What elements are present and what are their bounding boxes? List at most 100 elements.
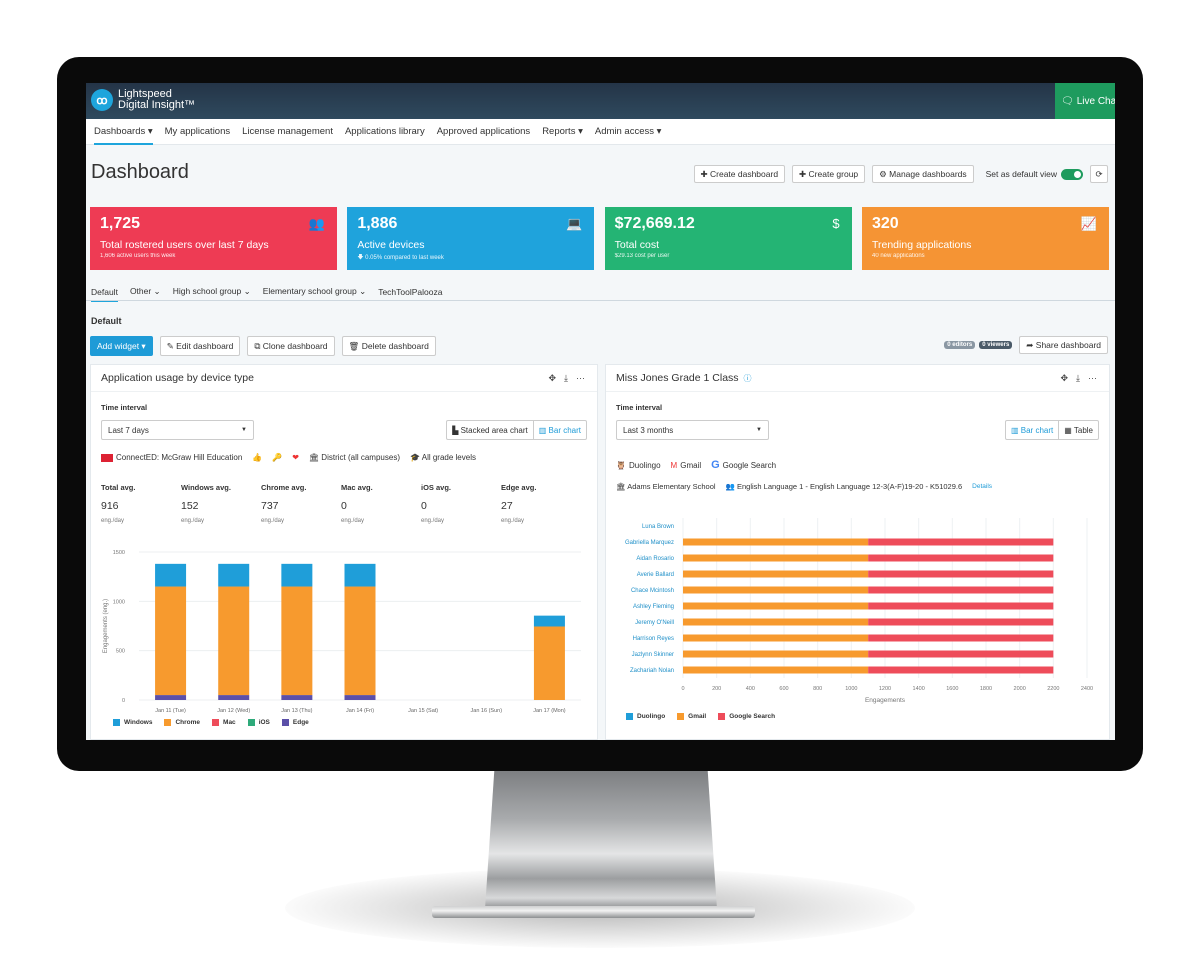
bar-gmail[interactable]: [683, 586, 869, 594]
bar-gmail[interactable]: [683, 634, 869, 642]
card-total-cost[interactable]: $72,669.12 Total cost $29.13 cost per us…: [604, 207, 852, 270]
bar-windows[interactable]: [218, 563, 250, 587]
bar-google-search[interactable]: [868, 634, 1054, 642]
info-icon[interactable]: ⓘ: [744, 373, 752, 384]
bar-gmail[interactable]: [683, 618, 869, 626]
x-tick-label: 600: [779, 686, 788, 692]
share-dashboard-button[interactable]: ➦ Share dashboard: [1019, 336, 1108, 354]
card-trending-applications[interactable]: 320 Trending applications 40 new applica…: [861, 207, 1109, 270]
bar-google-search[interactable]: [868, 538, 1054, 546]
bar-google-search[interactable]: [868, 666, 1054, 674]
y-tick-label[interactable]: Zachariah Nolan: [630, 668, 674, 674]
time-interval-select[interactable]: Last 3 months ▼: [616, 420, 769, 440]
bar-edge[interactable]: [344, 695, 376, 700]
bar-chrome[interactable]: [281, 586, 313, 696]
delete-dashboard-button[interactable]: 🗑 Delete dashboard: [341, 336, 436, 356]
bar-windows[interactable]: [155, 563, 187, 587]
move-icon[interactable]: ✥: [1060, 373, 1068, 384]
create-dashboard-button[interactable]: ✚ Create dashboard: [693, 165, 786, 183]
download-icon[interactable]: ⤓: [1076, 373, 1080, 384]
create-group-button[interactable]: ✚ Create group: [792, 165, 866, 183]
card-active-devices[interactable]: 1,886 Active devices 🡇 0.05% compared to…: [347, 207, 595, 270]
nav-reports[interactable]: Reports ▾: [542, 119, 583, 145]
nav-approved-applications[interactable]: Approved applications: [437, 119, 530, 145]
bar-edge[interactable]: [281, 695, 313, 700]
class-name: 👥 English Language 1 - English Language …: [725, 482, 963, 491]
y-tick-label[interactable]: Jazlynn Skinner: [632, 652, 674, 658]
tab-high-school-group[interactable]: High school group ⌄: [173, 283, 251, 301]
add-widget-button[interactable]: Add widget ▾: [90, 336, 153, 356]
legend-item-mac[interactable]: Mac: [212, 719, 236, 726]
y-tick-label[interactable]: Luna Brown: [642, 524, 674, 530]
details-link[interactable]: Details: [972, 483, 992, 490]
legend-item-ios[interactable]: iOS: [247, 719, 270, 726]
more-icon[interactable]: ···: [1088, 373, 1097, 384]
bar-gmail[interactable]: [683, 602, 869, 610]
live-chat-button[interactable]: 🗨 Live Chat: [1055, 83, 1115, 119]
bar-google-search[interactable]: [868, 570, 1054, 578]
bar-gmail[interactable]: [683, 650, 869, 658]
edit-dashboard-button[interactable]: ✎ Edit dashboard: [159, 336, 241, 356]
default-view-toggle[interactable]: [1061, 168, 1083, 180]
bar-edge[interactable]: [155, 695, 187, 700]
legend-item-gmail[interactable]: Gmail: [677, 713, 706, 720]
bar-gmail[interactable]: [683, 570, 869, 578]
tab-elementary-school-group[interactable]: Elementary school group ⌄: [263, 283, 367, 301]
y-tick-label[interactable]: Harrison Reyes: [633, 636, 674, 642]
bar-chrome[interactable]: [155, 586, 187, 696]
tab-other[interactable]: Other ⌄: [130, 283, 161, 301]
bar-chart-button[interactable]: ▥ Bar chart: [1006, 421, 1058, 439]
nav-applications-library[interactable]: Applications library: [345, 119, 425, 145]
legend-item-windows[interactable]: Windows: [113, 719, 152, 726]
bar-google-search[interactable]: [868, 650, 1054, 658]
card-rostered-users[interactable]: 1,725 Total rostered users over last 7 d…: [90, 207, 337, 270]
y-tick-label[interactable]: Chace Mcintosh: [631, 588, 674, 594]
more-icon[interactable]: ···: [576, 373, 585, 384]
bar-chrome[interactable]: [218, 586, 250, 696]
nav-admin-access[interactable]: Admin access ▾: [595, 119, 662, 145]
bar-chrome[interactable]: [344, 586, 376, 696]
nav-license-management[interactable]: License management: [242, 119, 333, 145]
bar-google-search[interactable]: [868, 554, 1054, 562]
y-tick-label[interactable]: Aidan Rosario: [636, 556, 674, 562]
bar-gmail[interactable]: [683, 666, 869, 674]
x-tick-label: Jan 12 (Wed): [217, 708, 250, 714]
download-icon[interactable]: ⤓: [564, 373, 568, 384]
y-tick-label[interactable]: Gabriella Marquez: [625, 540, 674, 546]
tab-default[interactable]: Default: [91, 283, 118, 302]
nav-my-applications[interactable]: My applications: [165, 119, 230, 145]
card-label: Total cost: [614, 239, 660, 251]
y-tick-label[interactable]: Jeremy O'Neill: [635, 620, 674, 626]
move-icon[interactable]: ✥: [548, 373, 556, 384]
legend-item-edge[interactable]: Edge: [281, 719, 309, 726]
legend-item-chrome[interactable]: Chrome: [164, 719, 200, 726]
y-tick-label[interactable]: Ashley Fleming: [633, 604, 674, 610]
bar-gmail[interactable]: [683, 554, 869, 562]
dashboard-actions: Add widget ▾ ✎ Edit dashboard ⧉ Clone da…: [90, 336, 443, 356]
bar-windows[interactable]: [344, 563, 376, 587]
refresh-button[interactable]: ⟳: [1090, 165, 1108, 183]
nav-dashboards[interactable]: Dashboards ▾: [94, 119, 153, 145]
bar-windows[interactable]: [281, 563, 313, 587]
legend-item-duolingo[interactable]: Duolingo: [626, 713, 665, 720]
x-tick-label: 1800: [980, 686, 992, 692]
bar-google-search[interactable]: [868, 618, 1054, 626]
tab-techtoolpalooza[interactable]: TechToolPalooza: [378, 283, 442, 301]
table-button[interactable]: ▦ Table: [1058, 421, 1098, 439]
bar-google-search[interactable]: [868, 602, 1054, 610]
bar-windows[interactable]: [533, 615, 565, 627]
manage-dashboards-button[interactable]: ⚙ Manage dashboards: [872, 165, 974, 183]
brand-logo[interactable]: ꝏ Lightspeed Digital Insight™: [91, 89, 195, 111]
bar-google-search[interactable]: [868, 586, 1054, 594]
editors-badge: 0 editors: [944, 341, 976, 349]
bar-edge[interactable]: [218, 695, 250, 700]
legend-item-google-search[interactable]: Google Search: [718, 713, 775, 720]
bar-chrome[interactable]: [533, 626, 565, 700]
bar-gmail[interactable]: [683, 538, 869, 546]
bar-chart-button[interactable]: ▥ Bar chart: [532, 421, 586, 439]
app-logo-icon: [101, 453, 113, 462]
time-interval-select[interactable]: Last 7 days ▼: [101, 420, 254, 440]
stacked-area-chart-button[interactable]: ▙ Stacked area chart: [447, 421, 533, 439]
y-tick-label[interactable]: Averie Ballard: [637, 572, 674, 578]
clone-dashboard-button[interactable]: ⧉ Clone dashboard: [247, 336, 335, 356]
